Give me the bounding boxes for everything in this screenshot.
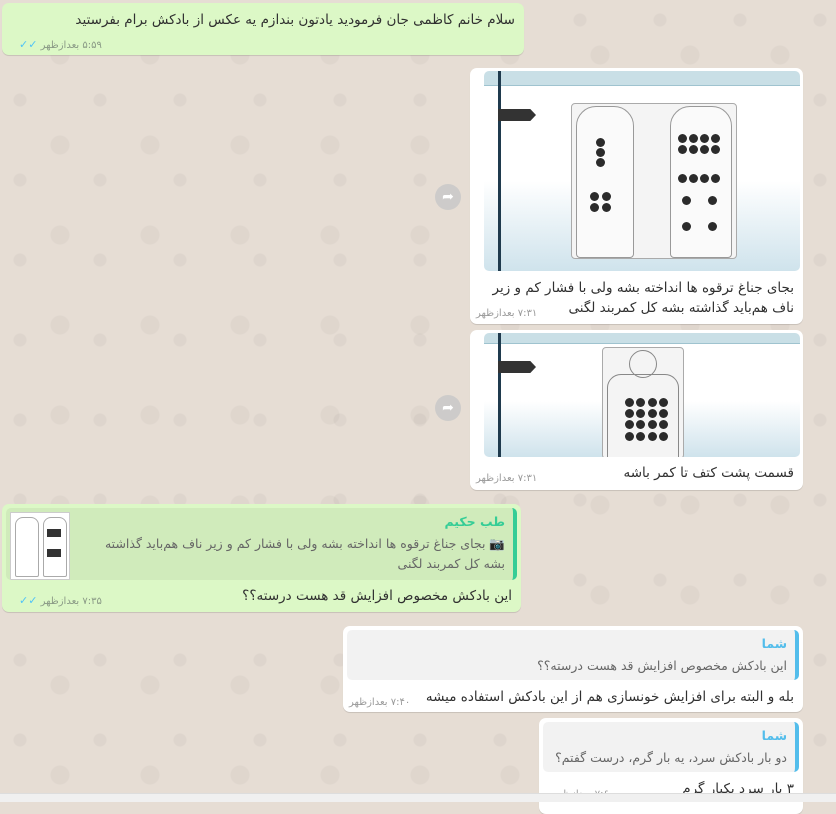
forward-arrow-icon[interactable]: ➦ [435,395,461,421]
forward-arrow-icon[interactable]: ➦ [435,184,461,210]
quoted-message[interactable]: شما این بادکش مخصوص افزایش قد هست درسته؟… [347,630,799,680]
message-time: ۷:۳۵ بعدازظهر [40,596,102,607]
slide-image [484,333,800,457]
camera-icon: 📷 [489,536,505,551]
message-outgoing-reply-question[interactable]: طب حکیم 📷 بجای جناغ ترقوه ها انداخته بشه… [2,504,521,612]
message-time: ۷:۴۰ بعدازظهر [349,697,411,708]
quoted-sender-name: شما [761,728,787,743]
message-text: بله و البته برای افزایش خونسازی هم از ای… [425,689,794,705]
message-incoming-reply-answer[interactable]: شما این بادکش مخصوص افزایش قد هست درسته؟… [343,626,803,712]
message-time: ۷:۳۱ بعدازظهر [476,308,538,319]
composer-bar-edge [0,793,836,802]
quoted-text-line-1: 📷 بجای جناغ ترقوه ها انداخته بشه ولی با … [104,536,505,551]
quoted-sender-name: شما [761,636,787,651]
quoted-text-line-2: بشه کل کمربند لگنی [397,556,505,571]
quoted-message[interactable]: شما دو بار بادکش سرد، یه بار گرم، درست گ… [543,722,799,772]
double-check-icon: ✓✓ [19,594,42,607]
front-body-photo [571,103,737,259]
double-check-icon: ✓✓ [19,38,42,51]
message-time: ۷:۳۱ بعدازظهر [476,473,538,484]
message-incoming-front-image[interactable]: بجای جناغ ترقوه ها انداخته بشه ولی با فش… [470,68,803,324]
back-body-photo [602,347,684,457]
quoted-text: این بادکش مخصوص افزایش قد هست درسته؟؟ [537,658,787,673]
message-time: ۵:۵۹ بعدازظهر [40,40,102,51]
message-meta: ۵:۵۹ بعدازظهر ✓✓ [16,38,102,51]
caption-line-2: ناف هم‌باید گذاشته بشه کل کمربند لگنی [568,300,795,316]
quoted-sender-name: طب حکیم [444,514,505,529]
quoted-thumbnail [10,512,70,580]
quoted-text: دو بار بادکش سرد، یه بار گرم، درست گفتم؟ [555,750,787,765]
message-text: این بادکش مخصوص افزایش قد هست درسته؟؟ [242,588,512,604]
message-caption: قسمت پشت کتف تا کمر باشه [623,465,794,481]
caption-line-1: بجای جناغ ترقوه ها انداخته بشه ولی با فش… [492,280,794,296]
quoted-message[interactable]: طب حکیم 📷 بجای جناغ ترقوه ها انداخته بشه… [6,508,517,580]
message-image[interactable] [484,333,800,457]
message-image[interactable] [484,71,800,271]
message-outgoing-reminder[interactable]: سلام خانم کاظمی جان فرمودید یادتون بنداز… [2,3,524,55]
message-meta: ۷:۳۵ بعدازظهر ✓✓ [16,594,102,607]
message-text: سلام خانم کاظمی جان فرمودید یادتون بنداز… [75,12,515,28]
slide-image [484,71,800,271]
message-incoming-back-image[interactable]: قسمت پشت کتف تا کمر باشه ۷:۳۱ بعدازظهر [470,330,803,490]
